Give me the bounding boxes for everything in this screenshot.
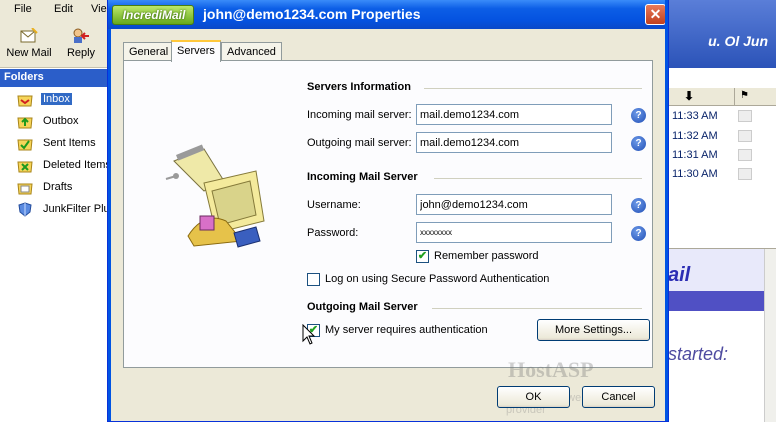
flag-column-icon[interactable]: ⚑	[740, 90, 749, 101]
reply-label: Reply	[66, 47, 96, 59]
servers-info-title: Servers Information	[307, 81, 411, 93]
remember-password-checkbox[interactable]: ✔	[416, 250, 429, 263]
outgoing-server-input[interactable]	[416, 132, 612, 153]
password-input[interactable]	[416, 222, 612, 243]
brand-badge: IncrediMail	[112, 5, 194, 25]
help-icon[interactable]: ?	[631, 226, 646, 241]
dialog-title: john@demo1234.com Properties	[203, 6, 421, 22]
help-icon[interactable]: ?	[631, 136, 646, 151]
sent-items-icon	[17, 139, 33, 151]
message-time: 11:32 AM	[672, 130, 718, 142]
menu-file[interactable]: File	[14, 3, 32, 15]
tab-general[interactable]: General	[123, 42, 175, 61]
cancel-button[interactable]: Cancel	[582, 386, 655, 408]
folders-pane: Inbox Outbox Sent Items Deleted Items Dr…	[0, 87, 111, 422]
properties-dialog: IncrediMail john@demo1234.com Properties…	[107, 0, 669, 422]
folder-label: Inbox	[41, 93, 72, 105]
drafts-icon	[17, 183, 33, 195]
column-divider	[734, 88, 735, 106]
menu-view[interactable]: Vie	[91, 3, 107, 15]
folder-label: Sent Items	[43, 137, 96, 149]
preview-banner-text: ail	[668, 264, 691, 286]
reply-button[interactable]: Reply	[56, 24, 106, 66]
folder-label: JunkFilter Plu	[43, 203, 110, 215]
brand-label: IncrediMail	[122, 8, 186, 22]
password-label: Password:	[307, 227, 359, 239]
tab-advanced[interactable]: Advanced	[221, 42, 282, 61]
folder-label: Drafts	[43, 181, 73, 193]
username-input[interactable]	[416, 194, 612, 215]
close-button[interactable]: ✕	[645, 4, 666, 25]
folders-header: Folders	[0, 69, 108, 87]
date-banner: u. Ol Jun	[668, 0, 776, 68]
message-row[interactable]: 11:33 AM	[668, 107, 776, 126]
preview-banner: ail	[668, 249, 764, 291]
flag-icon[interactable]	[738, 149, 752, 161]
preview-pane: ail started:	[668, 248, 776, 422]
message-time: 11:31 AM	[672, 149, 718, 161]
reply-icon	[73, 28, 89, 43]
preview-scrollbar[interactable]	[764, 249, 776, 422]
sort-down-icon[interactable]: ⬇	[684, 89, 694, 103]
folder-label: Outbox	[43, 115, 79, 127]
date-label: u. Ol Jun	[708, 33, 768, 49]
inbox-icon	[17, 95, 33, 107]
junkfilter-icon	[18, 202, 32, 217]
ok-button[interactable]: OK	[497, 386, 570, 408]
message-row[interactable]: 11:32 AM	[668, 127, 776, 146]
deleted-items-icon	[17, 161, 33, 173]
dialog-titlebar[interactable]: IncrediMail john@demo1234.com Properties…	[108, 0, 668, 29]
incoming-server-input[interactable]	[416, 104, 612, 125]
preview-body-text: started:	[668, 344, 729, 364]
flag-icon[interactable]	[738, 110, 752, 122]
folder-label: Deleted Items	[43, 159, 111, 171]
help-icon[interactable]: ?	[631, 108, 646, 123]
tab-servers[interactable]: Servers	[171, 40, 221, 62]
computer-illustration	[165, 144, 265, 248]
preview-bar	[668, 291, 764, 311]
remember-password-label: Remember password	[434, 250, 539, 262]
menu-edit[interactable]: Edit	[54, 3, 73, 15]
message-row[interactable]: 11:31 AM	[668, 146, 776, 165]
spa-label: Log on using Secure Password Authenticat…	[325, 273, 550, 285]
servers-panel: Servers Information Incoming mail server…	[123, 60, 653, 368]
help-icon[interactable]: ?	[631, 198, 646, 213]
message-list-header: ⬇ ⚑	[668, 88, 776, 106]
close-icon: ✕	[649, 6, 662, 22]
incoming-mail-server-title: Incoming Mail Server	[307, 171, 418, 183]
incoming-server-label: Incoming mail server:	[307, 109, 412, 121]
username-label: Username:	[307, 199, 361, 211]
spa-checkbox[interactable]	[307, 273, 320, 286]
new-mail-label: New Mail	[6, 47, 52, 59]
message-time: 11:33 AM	[672, 110, 718, 122]
section-divider	[432, 308, 642, 309]
new-mail-button[interactable]: New Mail	[4, 24, 54, 66]
new-mail-icon	[20, 28, 38, 43]
section-divider	[434, 178, 642, 179]
mouse-cursor-icon	[302, 324, 316, 345]
smtp-auth-label: My server requires authentication	[325, 324, 488, 336]
outgoing-server-label: Outgoing mail server:	[307, 137, 412, 149]
watermark-title: HostASP	[508, 357, 594, 382]
outbox-icon	[17, 117, 33, 129]
flag-icon[interactable]	[738, 168, 752, 180]
outgoing-mail-server-title: Outgoing Mail Server	[307, 301, 418, 313]
section-divider	[424, 88, 642, 89]
more-settings-button[interactable]: More Settings...	[537, 319, 650, 341]
flag-icon[interactable]	[738, 130, 752, 142]
message-row[interactable]: 11:30 AM	[668, 165, 776, 184]
message-time: 11:30 AM	[672, 168, 718, 180]
